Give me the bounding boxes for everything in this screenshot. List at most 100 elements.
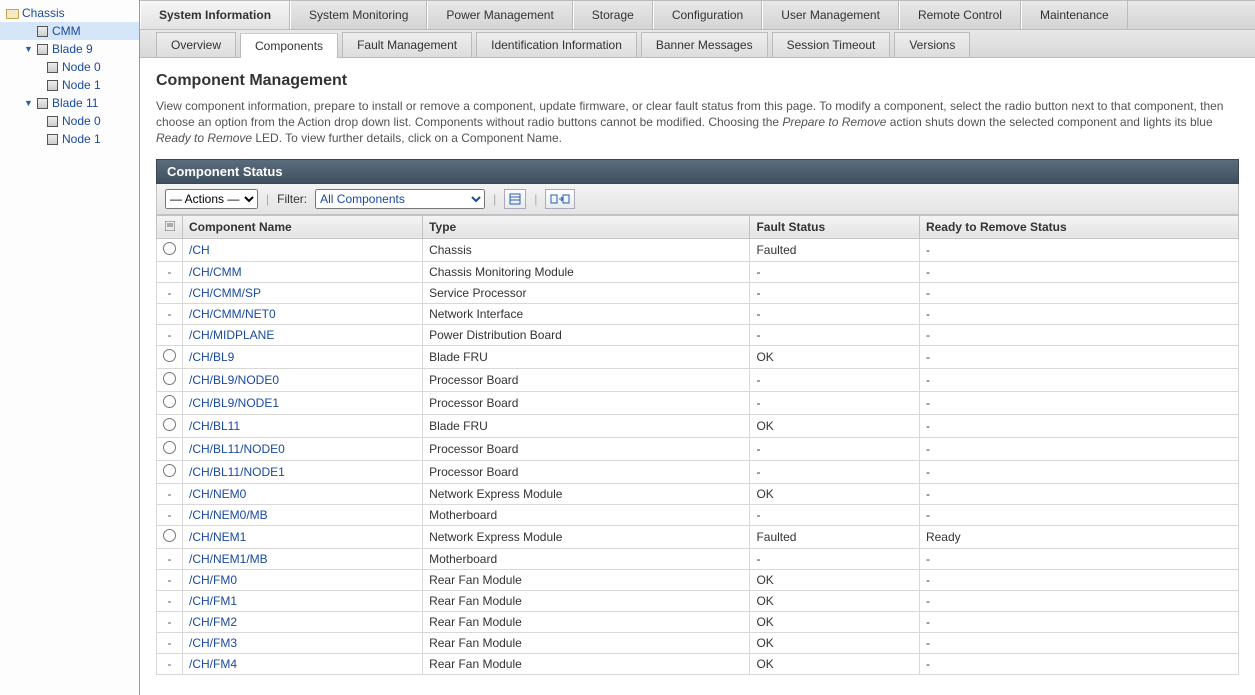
subtab-identification-information[interactable]: Identification Information: [476, 32, 637, 57]
row-select[interactable]: [157, 368, 183, 391]
table-row: /CHChassisFaulted-: [157, 238, 1239, 261]
cell-fault: OK: [750, 345, 920, 368]
cell-type: Processor Board: [423, 391, 750, 414]
row-select: -: [157, 324, 183, 345]
row-select: -: [157, 548, 183, 569]
row-select[interactable]: [157, 238, 183, 261]
col-ready[interactable]: Ready to Remove Status: [919, 215, 1238, 238]
subtab-fault-management[interactable]: Fault Management: [342, 32, 472, 57]
filter-select[interactable]: All Components: [315, 189, 485, 209]
component-name-link[interactable]: /CH/BL9: [183, 345, 423, 368]
tree-label: Blade 9: [52, 42, 93, 56]
component-name-link[interactable]: /CH/FM2: [183, 611, 423, 632]
component-name-link[interactable]: /CH/BL9/NODE1: [183, 391, 423, 414]
table-row: -/CH/FM4Rear Fan ModuleOK-: [157, 653, 1239, 674]
cell-type: Motherboard: [423, 548, 750, 569]
col-fault[interactable]: Fault Status: [750, 215, 920, 238]
component-name-link[interactable]: /CH/FM1: [183, 590, 423, 611]
server-icon: [44, 62, 60, 73]
cell-ready: -: [919, 324, 1238, 345]
separator: |: [266, 192, 269, 206]
tree-item-blade9[interactable]: ▼ Blade 9: [0, 40, 139, 58]
subtab-versions[interactable]: Versions: [894, 32, 970, 57]
cell-ready: -: [919, 590, 1238, 611]
component-name-link[interactable]: /CH/NEM0: [183, 483, 423, 504]
cell-fault: OK: [750, 483, 920, 504]
cell-fault: -: [750, 303, 920, 324]
component-name-link[interactable]: /CH/BL9/NODE0: [183, 368, 423, 391]
cell-ready: -: [919, 504, 1238, 525]
component-name-link[interactable]: /CH/CMM: [183, 261, 423, 282]
table-row: /CH/NEM1Network Express ModuleFaultedRea…: [157, 525, 1239, 548]
subtab-banner-messages[interactable]: Banner Messages: [641, 32, 768, 57]
tab-configuration[interactable]: Configuration: [653, 1, 762, 29]
cell-ready: -: [919, 391, 1238, 414]
component-name-link[interactable]: /CH/NEM0/MB: [183, 504, 423, 525]
main-panel: System InformationSystem MonitoringPower…: [140, 0, 1255, 695]
subtab-session-timeout[interactable]: Session Timeout: [772, 32, 891, 57]
component-name-link[interactable]: /CH/NEM1: [183, 525, 423, 548]
col-type[interactable]: Type: [423, 215, 750, 238]
row-select[interactable]: [157, 345, 183, 368]
component-name-link[interactable]: /CH/BL11/NODE1: [183, 460, 423, 483]
row-select[interactable]: [157, 391, 183, 414]
tree-item-node0[interactable]: Node 0: [0, 112, 139, 130]
cell-fault: -: [750, 504, 920, 525]
server-icon: [44, 80, 60, 91]
row-select: -: [157, 483, 183, 504]
tree-item-node1[interactable]: Node 1: [0, 130, 139, 148]
cell-ready: -: [919, 460, 1238, 483]
table-row: -/CH/CMM/SPService Processor--: [157, 282, 1239, 303]
cell-type: Processor Board: [423, 368, 750, 391]
cell-ready: -: [919, 569, 1238, 590]
component-name-link[interactable]: /CH/CMM/NET0: [183, 303, 423, 324]
subtab-overview[interactable]: Overview: [156, 32, 236, 57]
component-name-link[interactable]: /CH/FM3: [183, 632, 423, 653]
row-select[interactable]: [157, 525, 183, 548]
cell-fault: -: [750, 324, 920, 345]
select-column-header[interactable]: [157, 215, 183, 238]
row-select[interactable]: [157, 437, 183, 460]
layout-icon[interactable]: [545, 189, 575, 209]
tab-remote-control[interactable]: Remote Control: [899, 1, 1021, 29]
tab-power-management[interactable]: Power Management: [427, 1, 572, 29]
cell-ready: -: [919, 611, 1238, 632]
expand-arrow-icon[interactable]: ▼: [24, 98, 34, 108]
col-name[interactable]: Component Name: [183, 215, 423, 238]
subtab-components[interactable]: Components: [240, 33, 338, 58]
component-name-link[interactable]: /CH/BL11/NODE0: [183, 437, 423, 460]
tree-root[interactable]: Chassis: [0, 4, 139, 22]
tree-item-node0[interactable]: Node 0: [0, 58, 139, 76]
tree-item-blade11[interactable]: ▼Blade 11: [0, 94, 139, 112]
row-select[interactable]: [157, 460, 183, 483]
separator: |: [534, 192, 537, 206]
columns-icon[interactable]: [504, 189, 526, 209]
row-select: -: [157, 303, 183, 324]
cell-type: Rear Fan Module: [423, 569, 750, 590]
cell-type: Processor Board: [423, 437, 750, 460]
cell-type: Network Interface: [423, 303, 750, 324]
component-name-link[interactable]: /CH/FM0: [183, 569, 423, 590]
component-name-link[interactable]: /CH: [183, 238, 423, 261]
component-name-link[interactable]: /CH/BL11: [183, 414, 423, 437]
actions-select[interactable]: — Actions —: [165, 189, 258, 209]
table-row: /CH/BL11/NODE1Processor Board--: [157, 460, 1239, 483]
component-name-link[interactable]: /CH/FM4: [183, 653, 423, 674]
tree-label: Node 0: [62, 60, 101, 74]
tab-system-monitoring[interactable]: System Monitoring: [290, 1, 427, 29]
row-select[interactable]: [157, 414, 183, 437]
component-name-link[interactable]: /CH/CMM/SP: [183, 282, 423, 303]
tab-system-information[interactable]: System Information: [140, 1, 290, 29]
tab-maintenance[interactable]: Maintenance: [1021, 1, 1128, 29]
page-description: View component information, prepare to i…: [156, 98, 1239, 147]
tab-user-management[interactable]: User Management: [762, 1, 899, 29]
table-row: -/CH/NEM1/MBMotherboard--: [157, 548, 1239, 569]
tree-item-cmm[interactable]: CMM: [0, 22, 139, 40]
tree-item-node1[interactable]: Node 1: [0, 76, 139, 94]
component-name-link[interactable]: /CH/NEM1/MB: [183, 548, 423, 569]
expand-arrow-icon[interactable]: ▼: [24, 44, 34, 54]
tab-storage[interactable]: Storage: [573, 1, 653, 29]
cell-ready: -: [919, 282, 1238, 303]
component-name-link[interactable]: /CH/MIDPLANE: [183, 324, 423, 345]
table-row: /CH/BL9/NODE1Processor Board--: [157, 391, 1239, 414]
